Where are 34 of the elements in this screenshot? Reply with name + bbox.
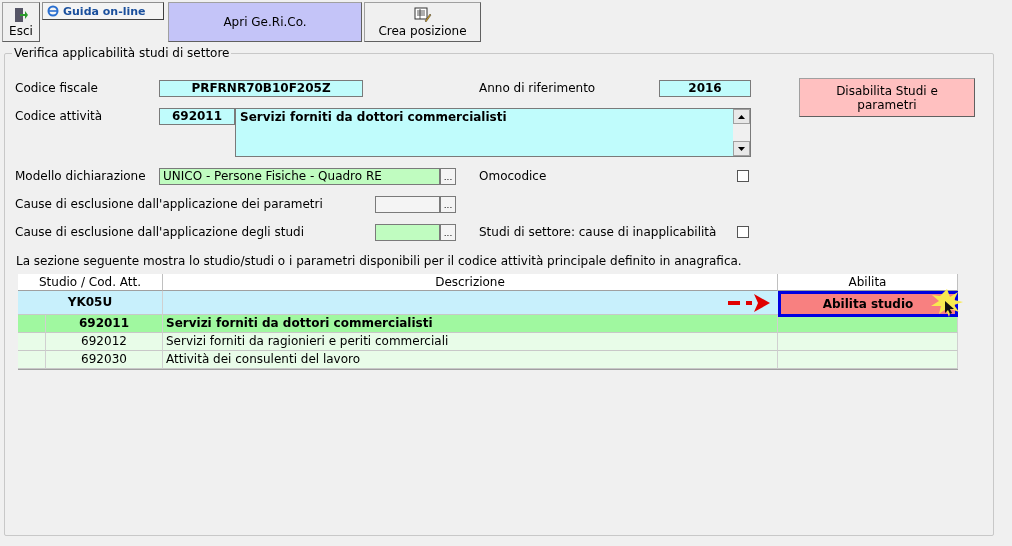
model-field[interactable]: UNICO - Persone Fisiche - Quadro RE xyxy=(159,168,440,185)
browse-button[interactable]: ... xyxy=(440,196,456,213)
field-label: Codice fiscale xyxy=(15,80,99,96)
disable-button[interactable]: Disabilita Studi e parametri xyxy=(799,78,975,117)
table-cell: Servizi forniti da ragionieri e periti commerciali xyxy=(163,333,778,351)
field-label: Omocodice xyxy=(479,168,548,184)
open-button[interactable]: Apri Ge.Ri.Co. xyxy=(168,2,362,42)
table-cell: YK05U xyxy=(18,291,163,315)
activity-description-field[interactable]: Servizi forniti da dottori commercialisti xyxy=(235,108,751,157)
browse-button[interactable]: ... xyxy=(440,168,456,185)
column-header: Studio / Cod. Att. xyxy=(18,274,163,291)
browse-button[interactable]: ... xyxy=(440,224,456,241)
exit-button[interactable]: Esci xyxy=(2,2,40,42)
column-header: Abilita xyxy=(778,274,958,291)
table-cell: Servizi forniti da dottori commercialisti xyxy=(163,315,778,333)
group-title: Verifica applicabilità studi di settore xyxy=(13,46,231,60)
create-position-button[interactable]: Crea posizione xyxy=(364,2,481,42)
table-cell: 692011 xyxy=(46,315,163,333)
field-label: Anno di riferimento xyxy=(479,80,597,96)
field-label: Cause di esclusione dall'applicazione degli studi xyxy=(15,224,305,240)
activity-code-field[interactable]: 692011 xyxy=(159,108,235,125)
help-button[interactable]: Guida on-line xyxy=(42,2,164,20)
tax-code-field[interactable]: PRFRNR70B10F205Z xyxy=(159,80,363,97)
enable-study-button[interactable]: Abilita studio xyxy=(778,291,958,317)
year-field[interactable]: 2016 xyxy=(659,80,751,97)
info-text: La sezione seguente mostra lo studio/studi o i parametri disponibili per il codice attività principale definito in anagrafica. xyxy=(16,254,743,268)
column-header: Descrizione xyxy=(163,274,778,291)
field-label: Studi di settore: cause di inapplicabilità xyxy=(479,224,718,240)
table-cell: 692030 xyxy=(46,351,163,369)
field-label: Codice attività xyxy=(15,108,104,124)
field-label: Modello dichiarazione xyxy=(15,168,147,184)
table-cell: 692012 xyxy=(46,333,163,351)
field-label: Cause di esclusione dall'applicazione dei parametri xyxy=(15,196,324,212)
table-cell: Attività dei consulenti del lavoro xyxy=(163,351,778,369)
